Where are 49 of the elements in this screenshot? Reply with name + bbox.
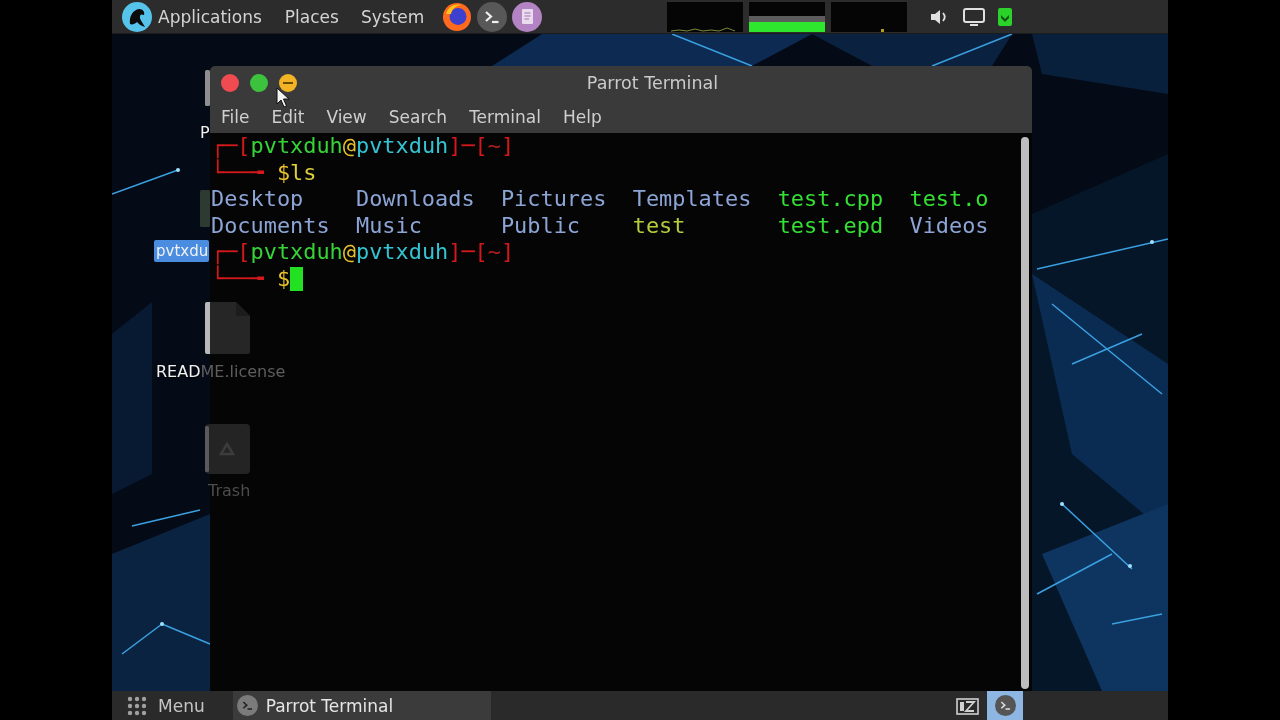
- listing-entry: Music: [355, 212, 422, 238]
- grid-icon: [126, 694, 148, 717]
- close-button[interactable]: [221, 74, 239, 92]
- menu-item[interactable]: Help: [562, 106, 602, 127]
- menu-item[interactable]: Terminal: [469, 106, 541, 127]
- terminal-icon: [236, 695, 258, 716]
- document-icon[interactable]: [205, 302, 250, 354]
- menu-item[interactable]: Search: [388, 106, 448, 127]
- panel-menu[interactable]: Places: [284, 0, 339, 33]
- listing-entry: Desktop: [211, 186, 304, 211]
- prompt-line: ┌─[pvtxduh@pvtxduh]─[~]: [211, 133, 515, 159]
- browser-icon[interactable]: [442, 1, 473, 32]
- terminal-icon: [994, 695, 1016, 716]
- panel-menu[interactable]: System: [360, 0, 425, 33]
- terminal-icon[interactable]: [477, 1, 508, 32]
- listing-entry: Templates: [632, 186, 752, 211]
- panel-menu[interactable]: Applications: [122, 0, 262, 33]
- menu-button[interactable]: Menu: [120, 691, 211, 720]
- scrollbar[interactable]: [1021, 137, 1029, 689]
- listing-entry: Pictures: [500, 186, 607, 211]
- listing-entry: test: [632, 212, 686, 238]
- listing-entry: test.epd: [777, 212, 884, 238]
- prompt-line: └──╼ $ls: [211, 159, 317, 186]
- prompt-line: └──╼ $: [211, 265, 291, 292]
- bird-logo-icon: [122, 1, 152, 32]
- graph-icon[interactable]: [749, 1, 825, 32]
- display-icon[interactable]: [963, 7, 985, 26]
- minus-icon: [283, 82, 293, 84]
- status-tile-icon[interactable]: [998, 7, 1012, 26]
- prompt-line: ┌─[pvtxduh@pvtxduh]─[~]: [211, 239, 515, 265]
- window-title: Parrot Terminal: [586, 73, 719, 93]
- menu-item[interactable]: Edit: [271, 106, 305, 127]
- listing-entry: Downloads: [355, 186, 475, 211]
- menu-item[interactable]: View: [326, 106, 367, 127]
- listing-entry: Videos: [909, 212, 989, 238]
- maximize-button[interactable]: [250, 74, 268, 92]
- mouse-pointer-icon: [276, 87, 290, 108]
- icon-label[interactable]: P: [200, 122, 210, 144]
- menu-item[interactable]: File: [221, 106, 250, 127]
- listing-entry: test.o: [909, 186, 989, 211]
- network-drawing: [112, 168, 180, 195]
- taskbar-button[interactable]: Parrot Terminal: [232, 691, 491, 720]
- workspace-icon: [955, 695, 979, 716]
- icon-label[interactable]: README.license: [156, 361, 286, 383]
- listing-entry: test.cpp: [777, 186, 884, 211]
- document-icon[interactable]: [512, 1, 543, 32]
- listing-entry: Public: [500, 212, 580, 238]
- listing-entry: Documents: [211, 212, 330, 238]
- minimize-button[interactable]: [279, 74, 297, 92]
